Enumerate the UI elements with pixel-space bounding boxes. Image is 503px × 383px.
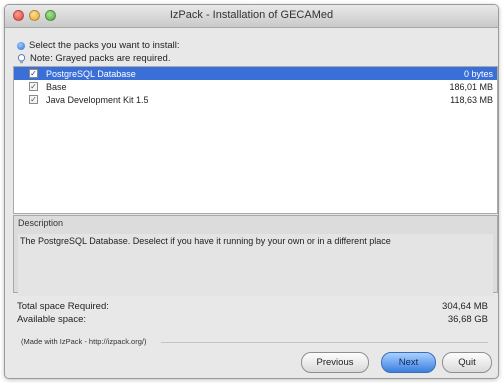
footer-divider (161, 342, 488, 343)
required-space: Total space Required: 304,64 MB (17, 301, 488, 312)
pack-row[interactable]: ✓ Base 186,01 MB (14, 80, 497, 93)
pack-size: 118,63 MB (450, 94, 493, 105)
pack-name: PostgreSQL Database (46, 68, 136, 79)
packs-list[interactable]: ✓ PostgreSQL Database 0 bytes ✓ Base 186… (13, 66, 498, 214)
note-hint: Note: Grayed packs are required. (17, 53, 170, 64)
pack-name: Java Development Kit 1.5 (46, 94, 149, 105)
select-hint-text: Select the packs you want to install: (29, 40, 180, 51)
pack-name: Base (46, 81, 67, 92)
bulb-icon (17, 53, 26, 63)
note-hint-text: Note: Grayed packs are required. (30, 53, 171, 64)
description-text: The PostgreSQL Database. Deselect if you… (18, 234, 493, 296)
pack-checkbox[interactable]: ✓ (29, 95, 38, 104)
pack-size: 186,01 MB (449, 81, 493, 92)
required-space-label: Total space Required: (17, 301, 109, 312)
installer-window: IzPack - Installation of GECAMed Select … (4, 4, 499, 379)
next-button[interactable]: Next (381, 352, 436, 373)
pack-checkbox[interactable]: ✓ (29, 82, 38, 91)
description-label: Description (18, 218, 64, 228)
available-space-value: 36,68 GB (447, 314, 488, 325)
title-bar: IzPack - Installation of GECAMed (5, 5, 498, 28)
select-hint: Select the packs you want to install: (17, 40, 180, 51)
window-title: IzPack - Installation of GECAMed (169, 9, 334, 21)
info-dot-icon (17, 41, 25, 50)
available-space: Available space: 36,68 GB (17, 314, 488, 325)
made-with-izpack: (Made with IzPack - http://izpack.org/) (21, 337, 147, 346)
description-panel: Description The PostgreSQL Database. Des… (13, 215, 498, 296)
previous-button[interactable]: Previous (301, 352, 369, 373)
pack-row[interactable]: ✓ Java Development Kit 1.5 118,63 MB (14, 93, 497, 106)
available-space-label: Available space: (17, 314, 87, 325)
pack-row[interactable]: ✓ PostgreSQL Database 0 bytes (14, 67, 497, 80)
quit-button[interactable]: Quit (442, 352, 492, 373)
required-space-value: 304,64 MB (442, 301, 488, 312)
pack-checkbox[interactable]: ✓ (29, 69, 38, 78)
pack-size: 0 bytes (463, 68, 493, 79)
